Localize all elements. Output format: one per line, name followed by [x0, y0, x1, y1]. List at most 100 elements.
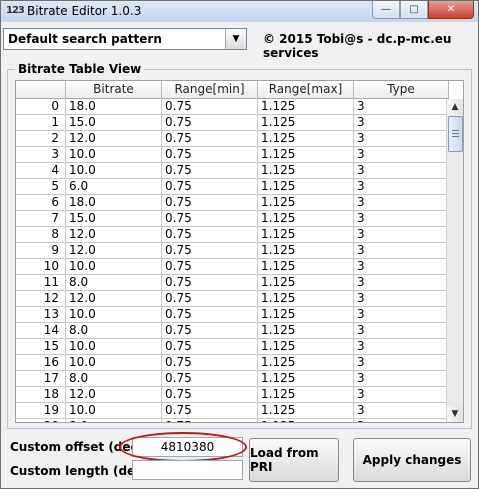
table-cell[interactable]: 12.0	[66, 243, 162, 259]
table-cell[interactable]: 0.75	[162, 259, 258, 275]
table-cell[interactable]: 0.75	[162, 211, 258, 227]
table-cell[interactable]: 1.125	[258, 355, 354, 371]
table-cell[interactable]: 10.0	[66, 163, 162, 179]
minimize-button[interactable]: —	[372, 1, 400, 19]
table-cell[interactable]: 0.75	[162, 195, 258, 211]
table-cell[interactable]: 1.125	[258, 227, 354, 243]
column-header-range-min[interactable]: Range[min]	[162, 81, 258, 98]
table-cell[interactable]: 8.0	[66, 419, 162, 422]
table-cell[interactable]: 1.125	[258, 115, 354, 131]
table-row[interactable]: 15 10.0 0.75 1.125 3	[16, 339, 449, 355]
table-cell[interactable]: 0.75	[162, 163, 258, 179]
table-row[interactable]: 16 10.0 0.75 1.125 3	[16, 355, 449, 371]
column-header-bitrate[interactable]: Bitrate	[66, 81, 162, 98]
table-row[interactable]: 2 12.0 0.75 1.125 3	[16, 131, 449, 147]
table-row[interactable]: 11 8.0 0.75 1.125 3	[16, 275, 449, 291]
table-cell[interactable]: 1.125	[258, 371, 354, 387]
scroll-thumb[interactable]	[448, 116, 463, 152]
table-cell[interactable]: 18.0	[66, 99, 162, 115]
table-cell[interactable]: 0.75	[162, 115, 258, 131]
table-row[interactable]: 1 15.0 0.75 1.125 3	[16, 115, 449, 131]
table-cell[interactable]: 12.0	[66, 291, 162, 307]
table-cell[interactable]: 18.0	[66, 195, 162, 211]
table-cell[interactable]: 0.75	[162, 387, 258, 403]
apply-changes-button[interactable]: Apply changes	[353, 438, 471, 482]
table-cell[interactable]: 0.75	[162, 179, 258, 195]
table-cell[interactable]: 8.0	[66, 371, 162, 387]
table-row[interactable]: 8 12.0 0.75 1.125 3	[16, 227, 449, 243]
table-cell[interactable]: 3	[354, 387, 449, 403]
search-pattern-dropdown[interactable]: Default search pattern ▼	[3, 28, 247, 50]
table-cell[interactable]: 3	[354, 115, 449, 131]
table-cell[interactable]: 3	[354, 259, 449, 275]
table-cell[interactable]: 6.0	[66, 179, 162, 195]
table-cell[interactable]: 1.125	[258, 387, 354, 403]
table-row[interactable]: 17 8.0 0.75 1.125 3	[16, 371, 449, 387]
column-header-index[interactable]	[16, 81, 66, 98]
table-row[interactable]: 3 10.0 0.75 1.125 3	[16, 147, 449, 163]
table-cell[interactable]: 0.75	[162, 227, 258, 243]
table-cell[interactable]: 0.75	[162, 243, 258, 259]
table-cell[interactable]: 10.0	[66, 403, 162, 419]
table-cell[interactable]: 1.125	[258, 163, 354, 179]
table-row[interactable]: 0 18.0 0.75 1.125 3	[16, 99, 449, 115]
table-cell[interactable]: 0.75	[162, 99, 258, 115]
column-header-range-max[interactable]: Range[max]	[258, 81, 354, 98]
table-cell[interactable]: 8.0	[66, 275, 162, 291]
table-cell[interactable]: 3	[354, 211, 449, 227]
table-cell[interactable]: 1.125	[258, 131, 354, 147]
table-row[interactable]: 4 10.0 0.75 1.125 3	[16, 163, 449, 179]
table-cell[interactable]: 3	[354, 227, 449, 243]
table-cell[interactable]: 3	[354, 403, 449, 419]
table-cell[interactable]: 1.125	[258, 179, 354, 195]
table-cell[interactable]: 3	[354, 323, 449, 339]
chevron-down-icon[interactable]: ▼	[225, 29, 246, 49]
scroll-down-icon[interactable]: ▼	[447, 406, 463, 422]
table-cell[interactable]: 1.125	[258, 259, 354, 275]
table-cell[interactable]: 10.0	[66, 355, 162, 371]
table-cell[interactable]: 1.125	[258, 195, 354, 211]
table-cell[interactable]: 0.75	[162, 355, 258, 371]
table-row[interactable]: 6 18.0 0.75 1.125 3	[16, 195, 449, 211]
table-cell[interactable]: 3	[354, 339, 449, 355]
table-row[interactable]: 13 10.0 0.75 1.125 3	[16, 307, 449, 323]
table-cell[interactable]: 12.0	[66, 227, 162, 243]
vertical-scrollbar[interactable]: ▲ ▼	[446, 99, 463, 422]
table-cell[interactable]: 3	[354, 371, 449, 387]
table-cell[interactable]: 0.75	[162, 419, 258, 422]
close-button[interactable]: ✕	[428, 1, 474, 19]
table-cell[interactable]: 3	[354, 131, 449, 147]
table-row[interactable]: 18 12.0 0.75 1.125 3	[16, 387, 449, 403]
table-row[interactable]: 12 12.0 0.75 1.125 3	[16, 291, 449, 307]
table-cell[interactable]: 0.75	[162, 323, 258, 339]
maximize-button[interactable]: □	[400, 1, 428, 19]
table-cell[interactable]: 3	[354, 99, 449, 115]
table-cell[interactable]: 8.0	[66, 323, 162, 339]
table-cell[interactable]: 12.0	[66, 387, 162, 403]
table-cell[interactable]: 3	[354, 291, 449, 307]
table-cell[interactable]: 1.125	[258, 243, 354, 259]
table-cell[interactable]: 0.75	[162, 147, 258, 163]
table-cell[interactable]: 3	[354, 419, 449, 422]
table-cell[interactable]: 3	[354, 195, 449, 211]
custom-length-input[interactable]	[132, 460, 243, 480]
table-cell[interactable]: 1.125	[258, 291, 354, 307]
table-cell[interactable]: 15.0	[66, 211, 162, 227]
table-cell[interactable]: 15.0	[66, 115, 162, 131]
table-cell[interactable]: 3	[354, 163, 449, 179]
table-row[interactable]: 208.00.751.1253	[16, 419, 449, 422]
table-cell[interactable]: 3	[354, 147, 449, 163]
table-cell[interactable]: 3	[354, 243, 449, 259]
table-cell[interactable]: 1.125	[258, 323, 354, 339]
table-cell[interactable]: 1.125	[258, 339, 354, 355]
table-cell[interactable]: 10.0	[66, 147, 162, 163]
table-cell[interactable]: 3	[354, 275, 449, 291]
table-row[interactable]: 14 8.0 0.75 1.125 3	[16, 323, 449, 339]
table-cell[interactable]: 0.75	[162, 403, 258, 419]
table-cell[interactable]: 1.125	[258, 211, 354, 227]
table-cell[interactable]: 1.125	[258, 307, 354, 323]
table-cell[interactable]: 0.75	[162, 307, 258, 323]
table-cell[interactable]: 0.75	[162, 275, 258, 291]
table-row[interactable]: 7 15.0 0.75 1.125 3	[16, 211, 449, 227]
table-row[interactable]: 9 12.0 0.75 1.125 3	[16, 243, 449, 259]
